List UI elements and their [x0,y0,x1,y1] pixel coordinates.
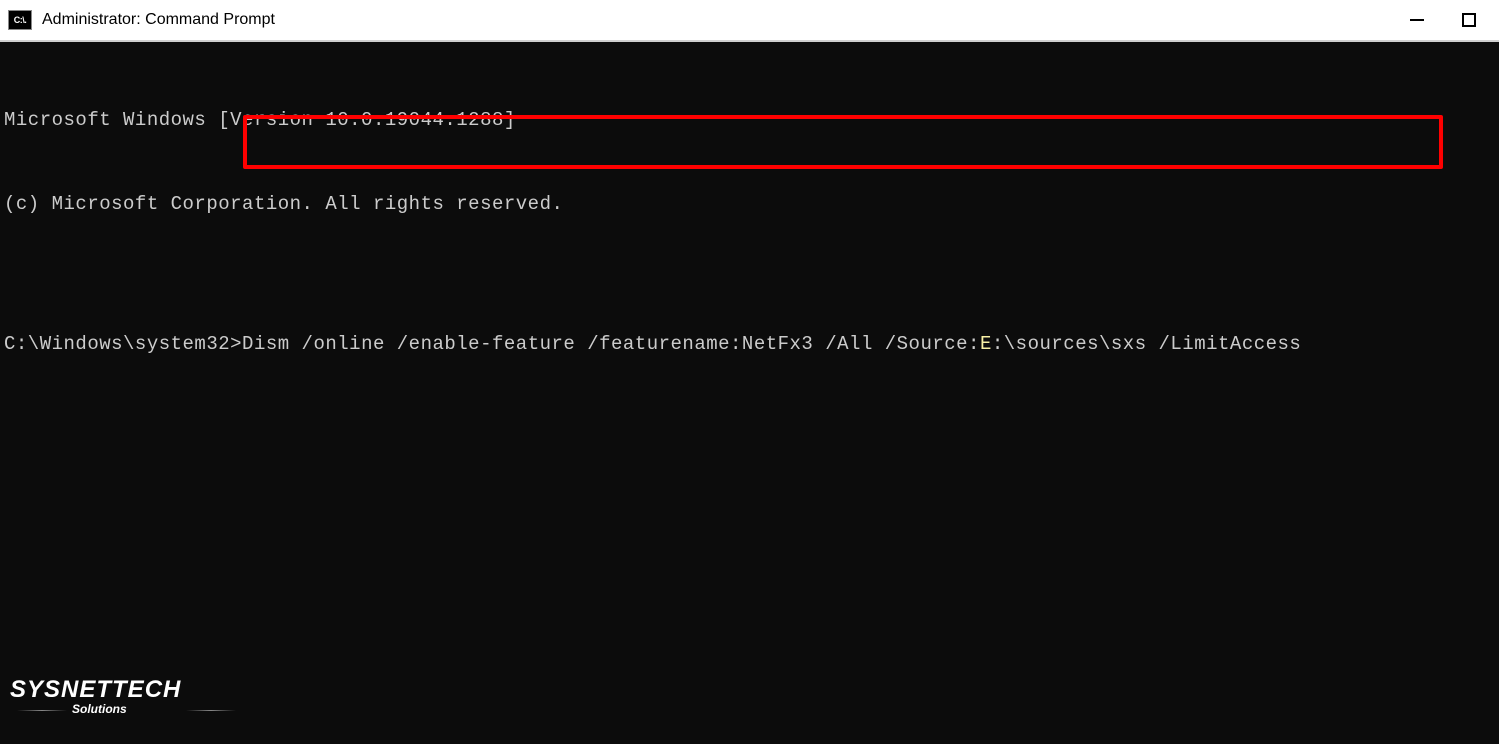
console-output[interactable]: Microsoft Windows [Version 10.0.19044.12… [0,42,1499,394]
window-title: Administrator: Command Prompt [42,11,1407,29]
console-prompt-line: C:\Windows\system32>Dism /online /enable… [4,330,1495,358]
console-line-copyright: (c) Microsoft Corporation. All rights re… [4,190,1495,218]
maximize-button[interactable] [1459,10,1479,30]
command-post: :\sources\sxs /LimitAccess [992,330,1301,358]
watermark: SYSNETTECH Solutions [10,676,181,716]
command-drive-letter: E [980,330,992,358]
minimize-button[interactable] [1407,10,1427,30]
maximize-icon [1462,13,1476,27]
minimize-icon [1410,19,1424,21]
window-titlebar: C:\. Administrator: Command Prompt [0,0,1499,42]
watermark-brand: SYSNETTECH [10,676,181,704]
command-pre: Dism /online /enable-feature /featurenam… [242,330,980,358]
watermark-tagline: Solutions [72,702,181,716]
window-controls [1407,10,1479,30]
prompt-path: C:\Windows\system32> [4,330,242,358]
console-line-version: Microsoft Windows [Version 10.0.19044.12… [4,106,1495,134]
app-icon: C:\. [8,10,32,30]
